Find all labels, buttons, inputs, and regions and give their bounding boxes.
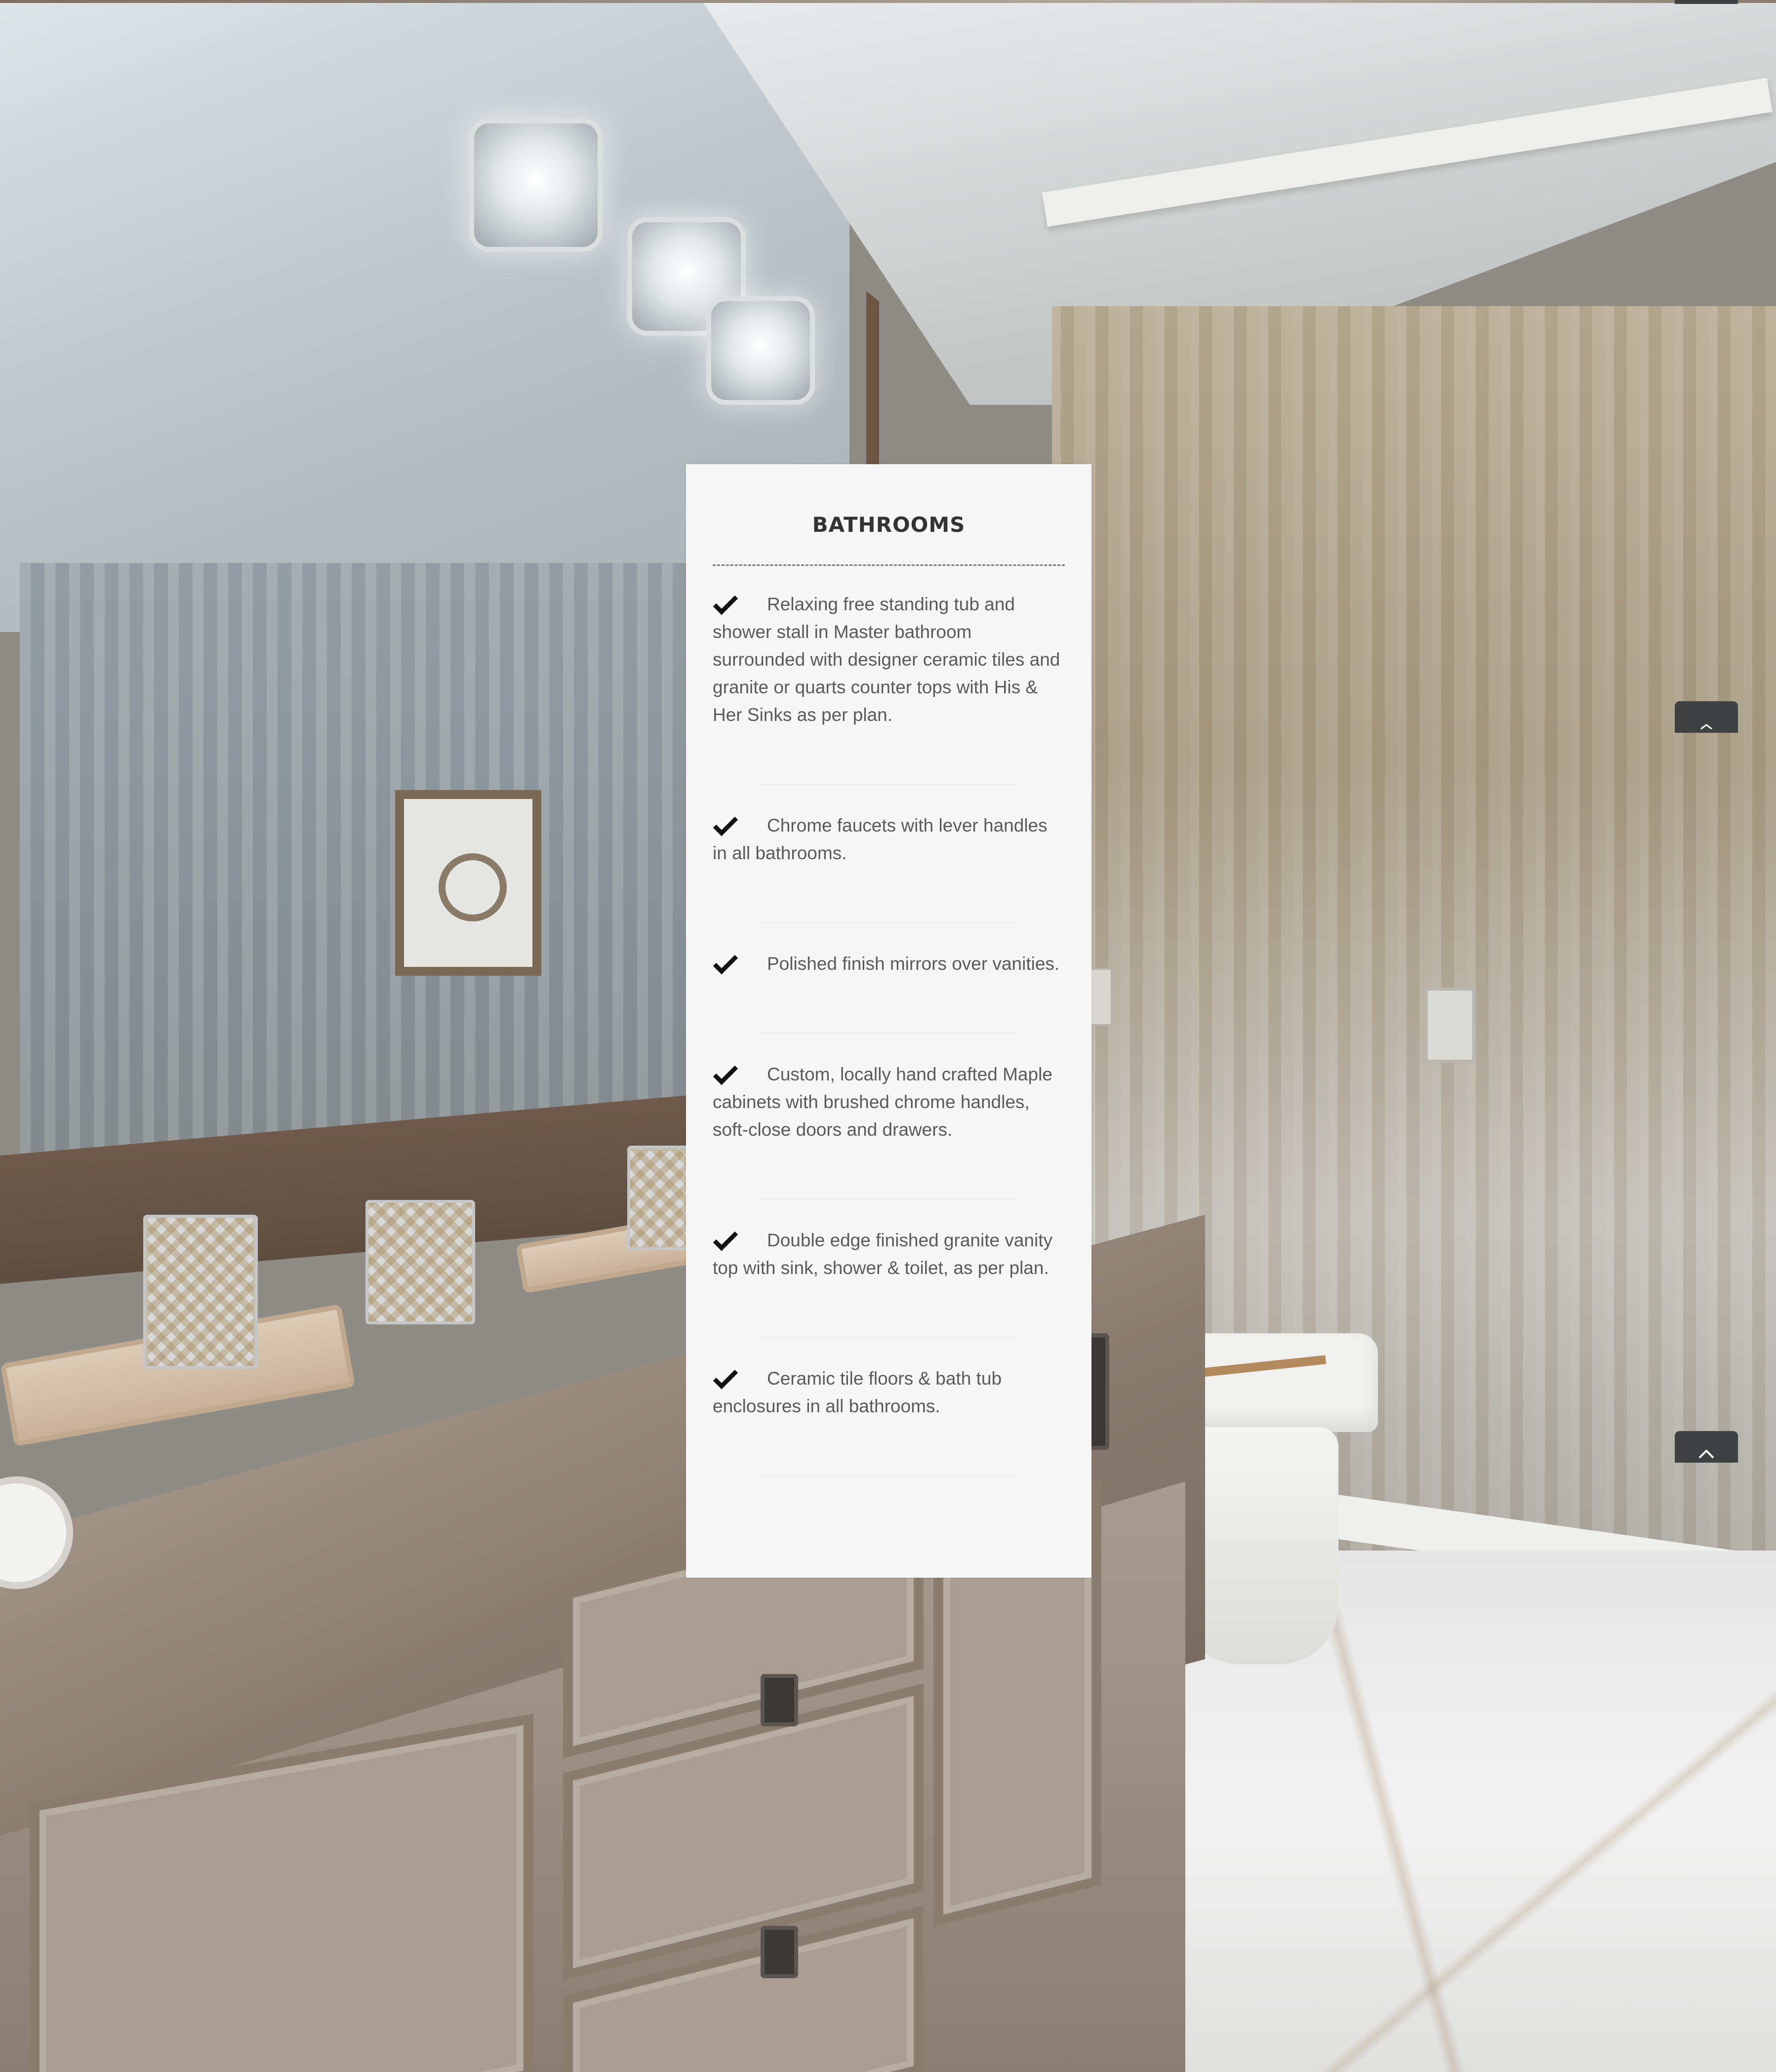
title-divider	[713, 564, 1065, 566]
item-divider	[758, 1033, 1020, 1034]
decor-jar	[627, 1146, 692, 1250]
item-divider	[758, 1198, 1020, 1199]
card-title: BATHROOMS	[812, 513, 966, 537]
feature-item: Ceramic tile floors & bath tub enclosure…	[713, 1365, 1065, 1420]
feature-item: Double edge finished granite vanity top …	[713, 1227, 1065, 1282]
feature-item: Relaxing free standing tub and shower st…	[713, 591, 1065, 729]
feature-text: Relaxing free standing tub and shower st…	[713, 594, 1060, 725]
top-image-strip	[0, 0, 1776, 3]
cabinet-handle	[761, 1926, 798, 1978]
feature-item: Chrome faucets with lever handles in all…	[713, 812, 1065, 867]
feature-item: Custom, locally hand crafted Maple cabin…	[713, 1061, 1065, 1144]
feature-item: Polished finish mirrors over vanities.	[713, 950, 1065, 978]
decor-jar	[365, 1200, 475, 1324]
item-divider	[758, 1337, 1020, 1338]
item-divider	[758, 1475, 1020, 1476]
feature-text: Custom, locally hand crafted Maple cabin…	[713, 1064, 1052, 1140]
item-divider	[758, 784, 1020, 785]
cabinet-handle	[761, 1674, 798, 1726]
framed-artwork	[395, 790, 541, 976]
crystal-light-fixture	[469, 119, 603, 252]
feature-text: Double edge finished granite vanity top …	[713, 1230, 1052, 1278]
decor-jar	[143, 1215, 258, 1369]
feature-list: Relaxing free standing tub and shower st…	[713, 591, 1065, 1476]
bathrooms-features-card: BATHROOMS Relaxing free standing tub and…	[686, 464, 1091, 1578]
light-switch	[1425, 988, 1475, 1063]
crystal-light-fixture	[706, 296, 815, 405]
scroll-to-top-button[interactable]	[1675, 1431, 1738, 1463]
feature-text: Chrome faucets with lever handles in all…	[713, 815, 1048, 863]
item-divider	[758, 922, 1020, 923]
feature-text: Polished finish mirrors over vanities.	[767, 954, 1060, 974]
chevron-up-icon	[1696, 1447, 1716, 1463]
light-switch	[1089, 968, 1113, 1026]
side-button-top[interactable]	[1675, 0, 1738, 4]
feature-text: Ceramic tile floors & bath tub enclosure…	[713, 1368, 1002, 1416]
chevron-up-icon	[1699, 723, 1714, 733]
side-button-mid[interactable]	[1675, 701, 1738, 733]
